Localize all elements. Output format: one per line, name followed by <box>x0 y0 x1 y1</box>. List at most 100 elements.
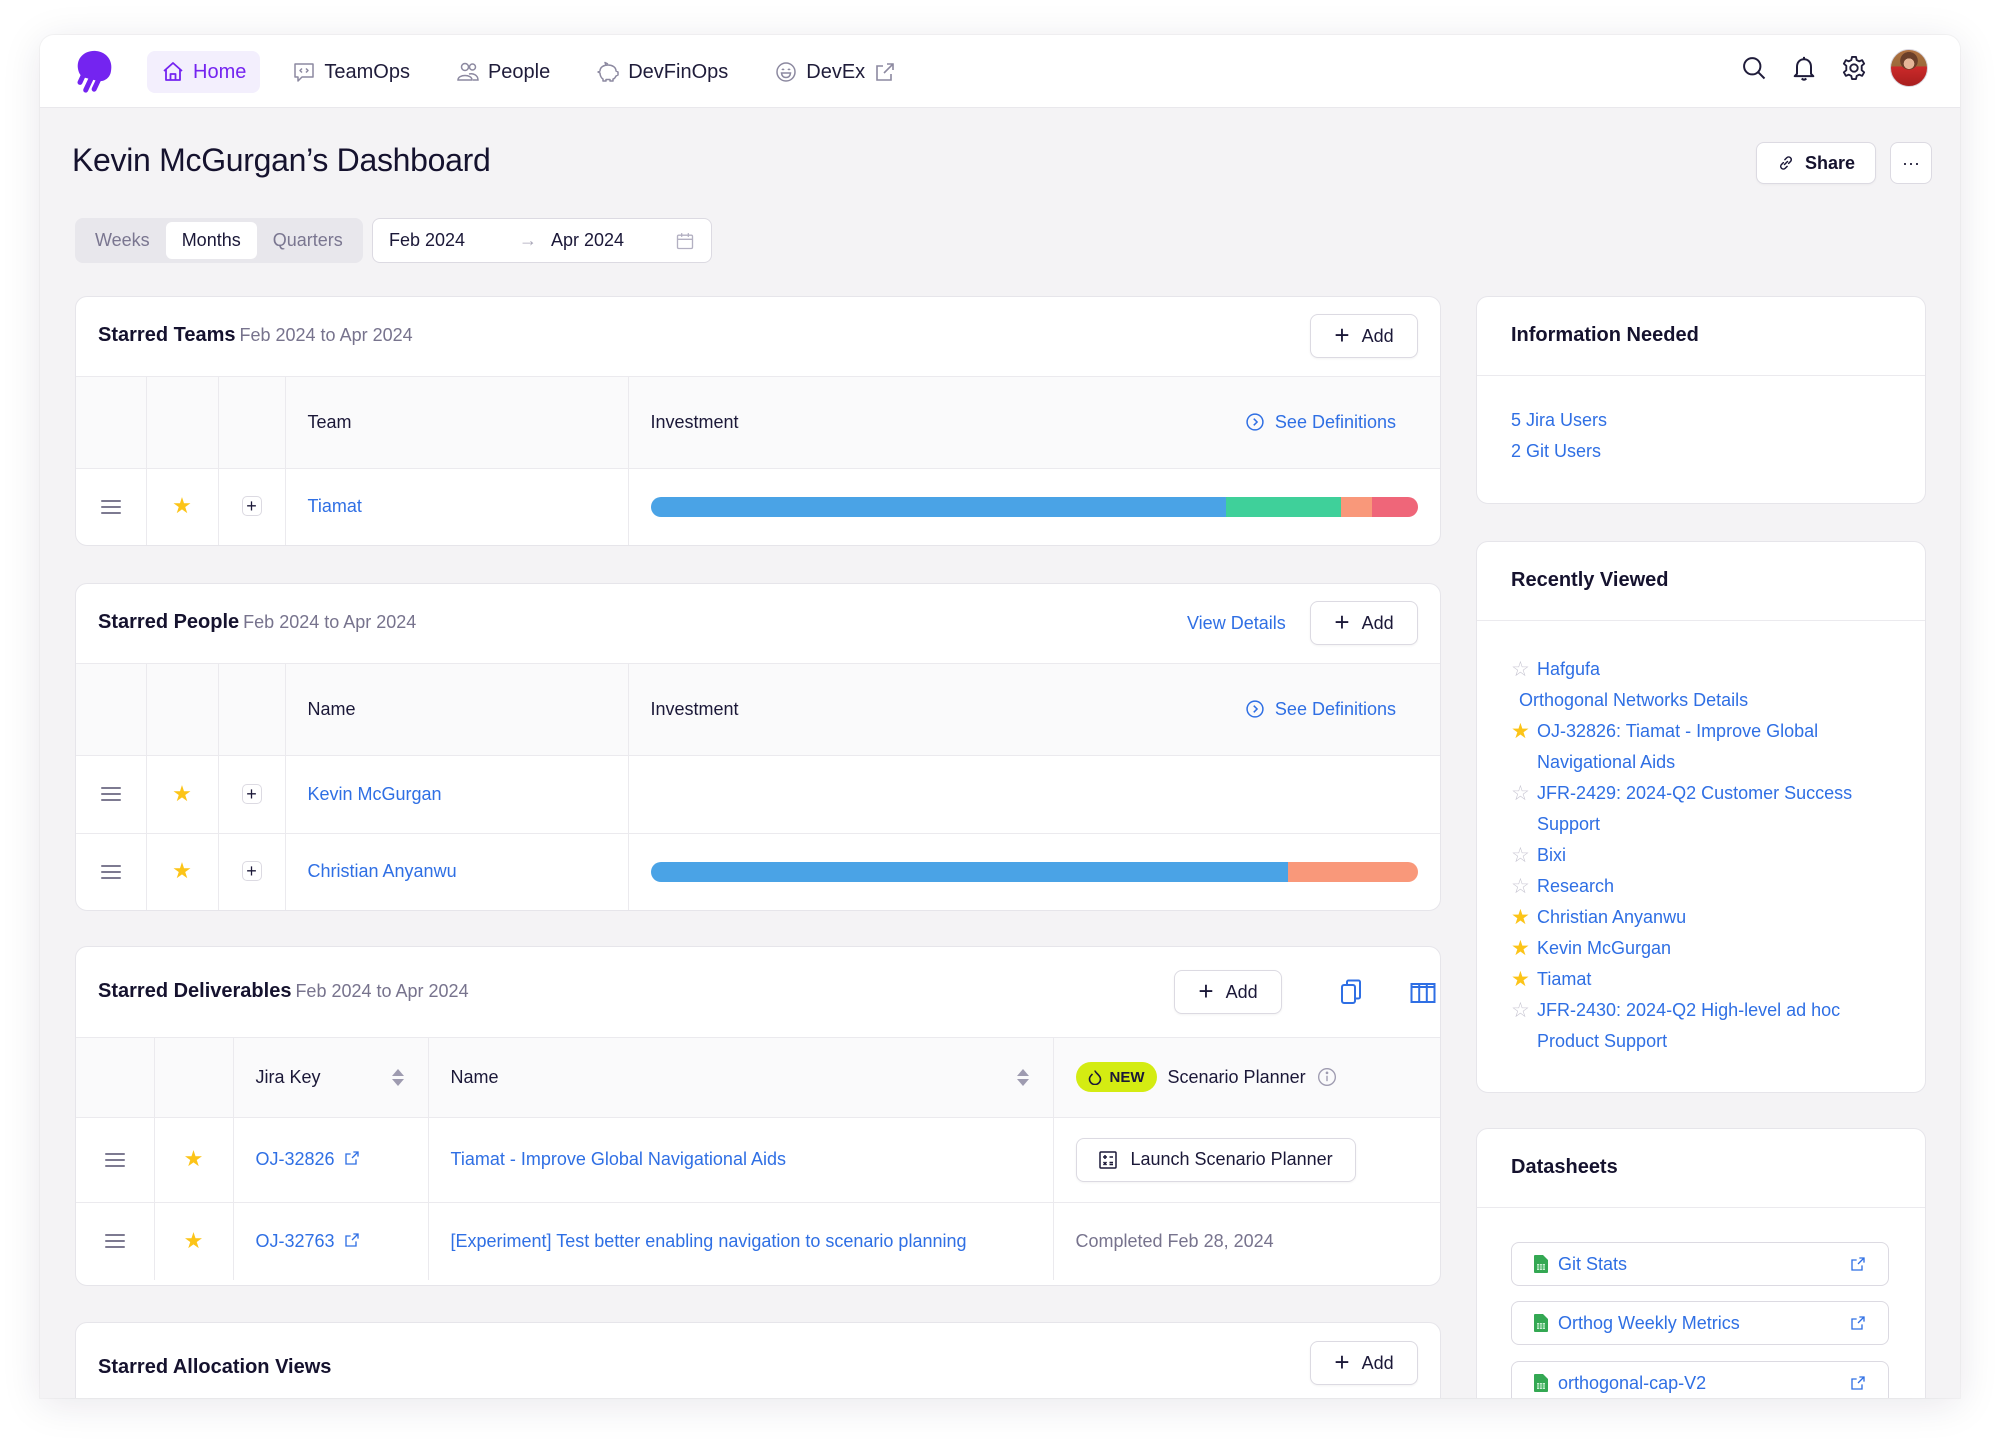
list-item[interactable]: Orthogonal Networks Details <box>1511 685 1901 716</box>
star-filled-icon[interactable]: ★ <box>1511 716 1537 747</box>
datasheet-link[interactable]: Orthog Weekly Metrics <box>1558 1313 1740 1334</box>
star-toggle[interactable]: ★ <box>154 1117 234 1203</box>
datasheet-item[interactable]: orthogonal-cap-V2 <box>1511 1361 1889 1398</box>
git-users-link[interactable]: 2 Git Users <box>1511 436 1607 467</box>
star-outline-icon[interactable]: ☆ <box>1511 654 1537 685</box>
see-definitions-link[interactable]: See Definitions <box>1245 412 1396 433</box>
external-link-icon[interactable] <box>1850 1315 1866 1331</box>
name-column-header[interactable]: Name <box>428 1038 1054 1118</box>
jira-key-link[interactable]: OJ-32763 <box>256 1231 335 1251</box>
sort-icon[interactable] <box>391 1068 404 1086</box>
list-item[interactable]: ★ Christian Anyanwu <box>1511 902 1901 933</box>
list-item[interactable]: ☆ Research <box>1511 871 1901 902</box>
add-person-button[interactable]: + Add <box>1310 601 1418 645</box>
star-toggle[interactable]: ★ <box>146 755 219 834</box>
list-item[interactable]: ☆ Bixi <box>1511 840 1901 871</box>
expand-row[interactable]: + <box>218 833 286 910</box>
add-allocation-view-button[interactable]: + Add <box>1310 1341 1418 1385</box>
user-avatar[interactable] <box>1890 49 1928 87</box>
external-link-icon[interactable] <box>1850 1256 1866 1272</box>
expand-row[interactable]: + <box>218 468 286 545</box>
external-link-icon[interactable] <box>1850 1375 1866 1391</box>
nav-item-teamops[interactable]: TeamOps <box>278 51 424 93</box>
columns-icon[interactable] <box>1410 982 1436 1004</box>
recent-link[interactable]: Bixi <box>1537 840 1566 871</box>
expand-row[interactable]: + <box>218 755 286 834</box>
recent-link[interactable]: Kevin McGurgan <box>1537 933 1671 964</box>
recent-link[interactable]: Christian Anyanwu <box>1537 902 1686 933</box>
person-link[interactable]: Kevin McGurgan <box>308 784 442 804</box>
star-outline-icon[interactable]: ☆ <box>1511 778 1537 809</box>
period-option-months[interactable]: Months <box>165 222 257 259</box>
period-option-weeks[interactable]: Weeks <box>79 222 166 259</box>
star-filled-icon[interactable]: ★ <box>1511 964 1537 995</box>
nav-item-people[interactable]: People <box>442 51 564 93</box>
nav-item-home[interactable]: Home <box>147 51 261 93</box>
star-toggle[interactable]: ★ <box>154 1202 234 1280</box>
jira-users-link[interactable]: 5 Jira Users <box>1511 405 1607 436</box>
star-outline-icon[interactable]: ☆ <box>1511 840 1537 871</box>
star-filled-icon[interactable]: ★ <box>1511 902 1537 933</box>
star-outline-icon[interactable]: ☆ <box>1511 871 1537 902</box>
star-toggle[interactable]: ★ <box>146 468 219 545</box>
external-link-icon[interactable] <box>344 1150 360 1166</box>
recent-link[interactable]: OJ-32826: Tiamat - Improve Global Naviga… <box>1537 716 1901 778</box>
period-option-quarters[interactable]: Quarters <box>257 222 359 259</box>
star-outline-icon[interactable]: ☆ <box>1511 995 1537 1026</box>
datasheet-link[interactable]: orthogonal-cap-V2 <box>1558 1373 1706 1394</box>
calendar-icon[interactable] <box>675 231 695 251</box>
list-item[interactable]: ☆ JFR-2429: 2024-Q2 Customer Success Supp… <box>1511 778 1901 840</box>
view-details-link[interactable]: View Details <box>1187 613 1286 634</box>
share-button[interactable]: Share <box>1756 142 1876 184</box>
drag-handle[interactable] <box>76 1202 155 1280</box>
investment-segment-blue[interactable] <box>650 496 1227 517</box>
add-team-button[interactable]: + Add <box>1310 314 1418 358</box>
drag-handle[interactable] <box>76 755 147 834</box>
deliverable-link[interactable]: Tiamat - Improve Global Navigational Aid… <box>451 1149 786 1169</box>
copy-icon[interactable] <box>1340 979 1362 1005</box>
investment-segment-green[interactable] <box>1226 496 1342 517</box>
sort-icon[interactable] <box>1016 1068 1029 1086</box>
jellyfish-logo-icon[interactable] <box>72 49 114 95</box>
list-item[interactable]: ☆ JFR-2430: 2024-Q2 High-level ad hoc Pro… <box>1511 995 1901 1057</box>
recent-link[interactable]: Hafgufa <box>1537 654 1600 685</box>
start-date[interactable]: Feb 2024 <box>389 230 465 251</box>
date-range-picker[interactable]: Feb 2024 → Apr 2024 <box>372 218 712 263</box>
info-icon[interactable] <box>1317 1067 1337 1087</box>
list-item[interactable]: ★ OJ-32826: Tiamat - Improve Global Navig… <box>1511 716 1901 778</box>
add-deliverable-button[interactable]: + Add <box>1174 970 1282 1014</box>
recent-link[interactable]: JFR-2430: 2024-Q2 High-level ad hoc Prod… <box>1537 995 1901 1057</box>
bell-icon[interactable] <box>1790 54 1818 82</box>
list-item[interactable]: ★ Tiamat <box>1511 964 1901 995</box>
nav-item-devfinops[interactable]: DevFinOps <box>582 51 742 93</box>
drag-handle[interactable] <box>76 468 147 545</box>
star-filled-icon[interactable]: ★ <box>1511 933 1537 964</box>
person-link[interactable]: Christian Anyanwu <box>308 861 457 881</box>
datasheet-item[interactable]: Orthog Weekly Metrics <box>1511 1301 1889 1345</box>
see-definitions-link[interactable]: See Definitions <box>1245 699 1396 720</box>
star-toggle[interactable]: ★ <box>146 833 219 910</box>
datasheet-link[interactable]: Git Stats <box>1558 1254 1627 1275</box>
deliverable-link[interactable]: [Experiment] Test better enabling naviga… <box>451 1231 967 1251</box>
recent-link[interactable]: Orthogonal Networks Details <box>1519 685 1748 716</box>
recent-link[interactable]: Tiamat <box>1537 964 1591 995</box>
launch-scenario-planner-button[interactable]: Launch Scenario Planner <box>1075 1137 1356 1182</box>
drag-handle[interactable] <box>76 1117 155 1203</box>
recent-link[interactable]: Research <box>1537 871 1614 902</box>
investment-segment-orange[interactable] <box>1341 496 1372 517</box>
drag-handle[interactable] <box>76 833 147 910</box>
search-icon[interactable] <box>1740 54 1768 82</box>
investment-segment-orange[interactable] <box>1287 861 1418 882</box>
recent-link[interactable]: JFR-2429: 2024-Q2 Customer Success Suppo… <box>1537 778 1901 840</box>
more-options-button[interactable]: ··· <box>1890 142 1932 184</box>
investment-segment-red[interactable] <box>1371 496 1418 517</box>
jira-key-column-header[interactable]: Jira Key <box>233 1038 429 1118</box>
list-item[interactable]: ★ Kevin McGurgan <box>1511 933 1901 964</box>
end-date[interactable]: Apr 2024 <box>551 230 624 251</box>
gear-icon[interactable] <box>1840 54 1868 82</box>
external-link-icon[interactable] <box>344 1232 360 1248</box>
datasheet-item[interactable]: Git Stats <box>1511 1242 1889 1286</box>
investment-segment-blue[interactable] <box>650 861 1288 882</box>
jira-key-link[interactable]: OJ-32826 <box>256 1149 335 1169</box>
team-link[interactable]: Tiamat <box>308 496 362 516</box>
